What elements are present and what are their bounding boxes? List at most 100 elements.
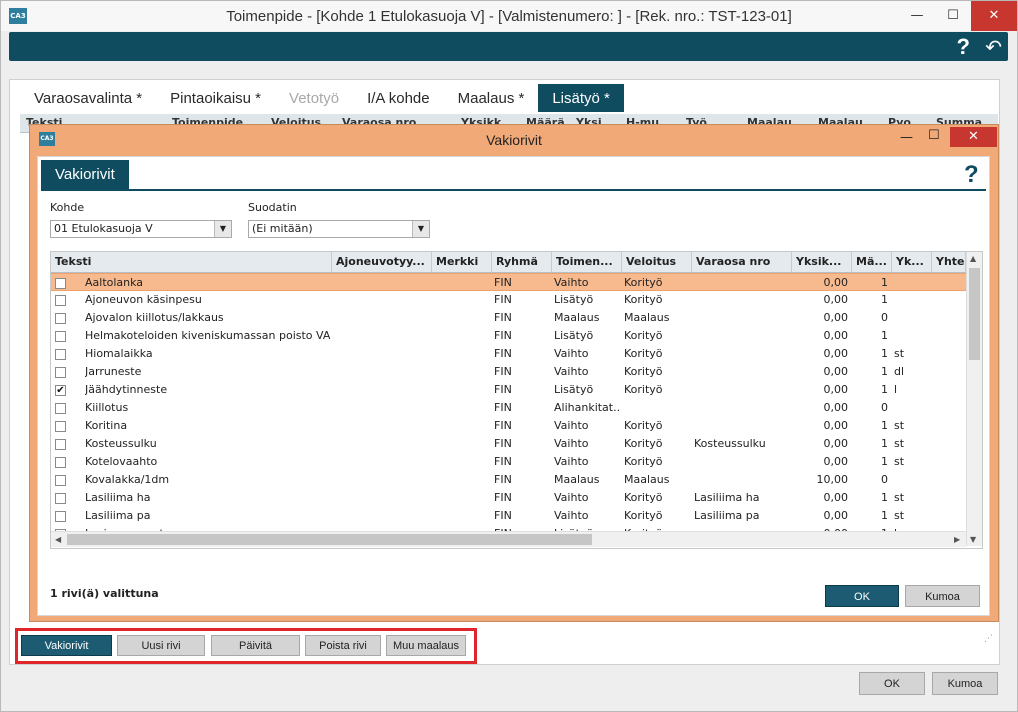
checkbox[interactable] <box>55 511 66 522</box>
poista-rivi-button[interactable]: Poista rivi <box>305 635 381 656</box>
tab-lisatyo[interactable]: Lisätyö * <box>538 84 624 112</box>
kohde-label: Kohde <box>50 201 85 214</box>
dialog-maximize-icon[interactable]: ☐ <box>928 128 940 143</box>
column-header-yksikko[interactable]: Yk... <box>892 252 932 272</box>
cell-ryhma: FIN <box>494 276 512 289</box>
tab-pintaoikaisu[interactable]: Pintaoikaisu * <box>156 84 275 112</box>
table-row[interactable]: Koritina FIN Vaihto Korityö 0,00 1 st <box>51 417 966 435</box>
cell-maara: 0 <box>881 473 888 486</box>
table-row[interactable]: Kovalakka/1dm FIN Maalaus Maalaus 10,00 0 <box>51 471 966 489</box>
cell-maara: 1 <box>881 455 888 468</box>
dialog-ok-button[interactable]: OK <box>825 585 899 607</box>
column-header-ryhma[interactable]: Ryhmä <box>492 252 552 272</box>
checkbox[interactable] <box>55 421 66 432</box>
column-header-yksikkohinta[interactable]: Yksik... <box>792 252 852 272</box>
table-row[interactable]: Ajoneuvon käsinpesu FIN Lisätyö Korityö 0,00… <box>51 291 966 309</box>
muu-maalaus-button[interactable]: Muu maalaus <box>386 635 466 656</box>
column-header-teksti[interactable]: Teksti <box>51 252 332 272</box>
table-row[interactable]: Kosteussulku FIN Vaihto Korityö Kosteussulku… <box>51 435 966 453</box>
ok-button[interactable]: OK <box>859 672 925 695</box>
table-row[interactable]: Lasiliima ha FIN Vaihto Korityö Lasiliima ha… <box>51 489 966 507</box>
back-icon[interactable]: ↶ <box>985 35 1002 59</box>
cell-ryhma: FIN <box>494 401 512 414</box>
tab-varaosavalinta[interactable]: Varaosavalinta * <box>20 84 156 112</box>
uusi-rivi-button[interactable]: Uusi rivi <box>117 635 205 656</box>
checkbox[interactable] <box>55 439 66 450</box>
vertical-scroll-thumb[interactable] <box>969 268 980 360</box>
checkbox[interactable] <box>55 331 66 342</box>
checkbox[interactable] <box>55 367 66 378</box>
column-header-toimenpide[interactable]: Toimen... <box>552 252 622 272</box>
scroll-left-icon[interactable]: ◀ <box>55 535 61 544</box>
checkbox[interactable] <box>55 475 66 486</box>
cell-varaosa: Lasiliima pa <box>694 509 760 522</box>
cell-teksti: Kotelovaahto <box>85 455 158 468</box>
table-row[interactable]: Helmakoteloiden kiveniskumassan poisto V… <box>51 327 966 345</box>
horizontal-scroll-thumb[interactable] <box>67 534 592 545</box>
cell-yksik: 0,00 <box>823 276 849 289</box>
minimize-icon[interactable]: — <box>899 1 935 31</box>
scroll-up-icon[interactable]: ▲ <box>970 254 976 263</box>
checkbox-checked[interactable]: ✔ <box>55 385 66 396</box>
dialog-close-icon[interactable]: ✕ <box>950 127 997 147</box>
column-header-varaosa-nro[interactable]: Varaosa nro <box>692 252 792 272</box>
table-row[interactable]: Kotelovaahto FIN Vaihto Korityö 0,00 1 st <box>51 453 966 471</box>
scroll-right-icon[interactable]: ▶ <box>954 535 960 544</box>
tab-ia-kohde[interactable]: I/A kohde <box>353 84 444 112</box>
scroll-down-icon[interactable]: ▼ <box>970 535 976 544</box>
grid-rows: Aaltolanka FIN Vaihto Korityö 0,00 1 Ajoneuvon… <box>51 273 966 540</box>
cell-veloitus: Korityö <box>624 491 663 504</box>
cell-veloitus: Korityö <box>624 455 663 468</box>
help-icon[interactable]: ? <box>957 34 970 60</box>
dialog-cancel-button[interactable]: Kumoa <box>905 585 980 607</box>
cancel-button[interactable]: Kumoa <box>932 672 998 695</box>
main-window: CA3 Toimenpide - [Kohde 1 Etulokasuoja V… <box>0 0 1018 712</box>
column-header-maara[interactable]: Mä... <box>852 252 892 272</box>
column-header-yhteensa[interactable]: Yhte <box>932 252 966 272</box>
tab-vakiorivit[interactable]: Vakiorivit <box>41 160 129 189</box>
table-row[interactable]: Aaltolanka FIN Vaihto Korityö 0,00 1 <box>51 273 966 291</box>
checkbox[interactable] <box>55 493 66 504</box>
table-row[interactable]: Jarruneste FIN Vaihto Korityö 0,00 1 dl <box>51 363 966 381</box>
cell-yksik: 0,00 <box>823 293 849 306</box>
cell-teksti: Helmakoteloiden kiveniskumassan poisto V… <box>85 329 330 342</box>
cell-ryhma: FIN <box>494 491 512 504</box>
table-row[interactable]: Kiillotus FIN Alihankitat... 0,00 0 <box>51 399 966 417</box>
cell-veloitus: Maalaus <box>624 311 670 324</box>
checkbox[interactable] <box>55 313 66 324</box>
tab-maalaus[interactable]: Maalaus * <box>444 84 539 112</box>
dialog-help-icon[interactable]: ? <box>964 161 979 189</box>
maximize-icon[interactable]: ☐ <box>935 1 971 31</box>
vertical-scrollbar[interactable]: ▲ ▼ <box>966 252 982 546</box>
column-header-merkki[interactable]: Merkki <box>432 252 492 272</box>
checkbox[interactable] <box>55 295 66 306</box>
resize-grip-icon[interactable]: ⋰ <box>984 634 993 644</box>
cell-maara: 0 <box>881 311 888 324</box>
horizontal-scrollbar[interactable]: ◀ ▶ <box>51 531 966 547</box>
checkbox[interactable] <box>55 349 66 360</box>
paivita-button[interactable]: Päivitä <box>211 635 300 656</box>
table-row[interactable]: Lasiliima pa FIN Vaihto Korityö Lasiliima pa… <box>51 507 966 525</box>
close-icon[interactable]: ✕ <box>971 1 1017 31</box>
cell-ryhma: FIN <box>494 311 512 324</box>
cell-varaosa: Lasiliima ha <box>694 491 760 504</box>
cell-teksti: Koritina <box>85 419 128 432</box>
cell-maara: 1 <box>881 276 888 289</box>
dialog-minimize-icon[interactable]: — <box>900 130 913 145</box>
checkbox[interactable] <box>55 403 66 414</box>
kohde-select[interactable]: 01 Etulokasuoja V ▼ <box>50 220 232 238</box>
vakiorivit-button[interactable]: Vakiorivit <box>21 635 112 656</box>
checkbox[interactable] <box>55 457 66 468</box>
column-header-ajoneuvotyyppi[interactable]: Ajoneuvotyy... <box>332 252 432 272</box>
tab-vetotyo: Vetotyö <box>289 90 340 107</box>
suodatin-select[interactable]: (Ei mitään) ▼ <box>248 220 430 238</box>
column-header-veloitus[interactable]: Veloitus <box>622 252 692 272</box>
cell-veloitus: Korityö <box>624 347 663 360</box>
cell-veloitus: Korityö <box>624 293 663 306</box>
table-row[interactable]: Ajovalon kiillotus/lakkaus FIN Maalaus Maal… <box>51 309 966 327</box>
table-row[interactable]: ✔ Jäähdytinneste FIN Lisätyö Korityö 0,00 1 l <box>51 381 966 399</box>
checkbox[interactable] <box>55 278 66 289</box>
table-row[interactable]: Hiomalaikka FIN Vaihto Korityö 0,00 1 st <box>51 345 966 363</box>
cell-maara: 1 <box>881 365 888 378</box>
cell-yk: st <box>894 347 905 360</box>
